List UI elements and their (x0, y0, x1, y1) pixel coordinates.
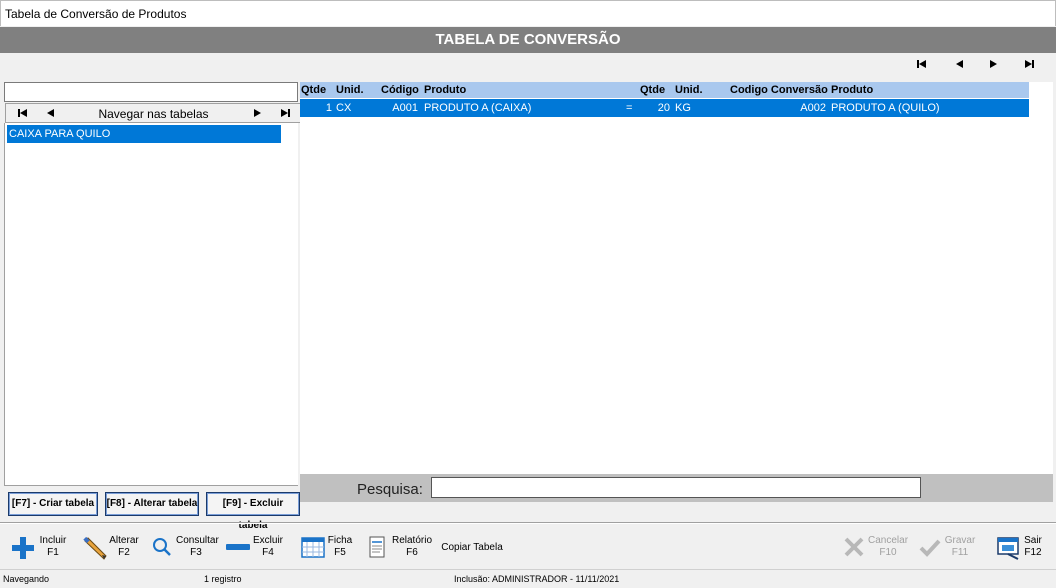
create-table-button[interactable]: [F7] - Criar tabela (8, 492, 98, 516)
prev-icon (46, 109, 54, 117)
prev-record-button[interactable] (944, 55, 974, 73)
conversion-grid[interactable]: Qtde Unid. Código Produto Qtde Unid. Cod… (300, 82, 1053, 474)
col-unid[interactable]: Unid. (336, 84, 364, 96)
col-qtde[interactable]: Qtde (301, 84, 326, 96)
status-bar: Navegando 1 registro Inclusão: ADMINISTR… (0, 569, 1056, 588)
checkmark-icon (919, 539, 941, 557)
col-qtde-conv[interactable]: Qtde (640, 84, 665, 96)
plus-icon (12, 537, 34, 559)
calendar-icon (301, 537, 325, 558)
next-table-button[interactable] (243, 104, 271, 122)
report-icon (369, 536, 385, 558)
cell-unid-conv: KG (675, 102, 691, 114)
table-row[interactable]: 1 CX A001 PRODUTO A (CAIXA) = 20 KG A002… (300, 99, 1029, 117)
consultar-button[interactable]: Consultar F3 (150, 533, 219, 565)
tables-list[interactable]: CAIXA PARA QUILO (4, 123, 298, 486)
cell-produto: PRODUTO A (CAIXA) (424, 102, 532, 114)
status-records: 1 registro (204, 574, 242, 584)
first-record-button[interactable] (906, 55, 936, 73)
cancelar-button[interactable]: Cancelar F10 (842, 533, 910, 565)
cell-qtde-conv: 20 (657, 102, 670, 114)
close-icon (844, 537, 864, 557)
next-record-button[interactable] (978, 55, 1008, 73)
cell-unid: CX (336, 102, 352, 114)
delete-table-button[interactable]: [F9] - Excluir tabela (206, 492, 300, 531)
cell-qtde: 1 (325, 102, 332, 114)
incluir-button[interactable]: Incluir F1 (10, 533, 70, 565)
cell-produto-conv: PRODUTO A (QUILO) (831, 102, 940, 114)
page-header: TABELA DE CONVERSÃO (0, 27, 1056, 53)
table-navigator: Navegar nas tabelas (5, 103, 301, 123)
status-inclusion: Inclusão: ADMINISTRADOR - 11/11/2021 (454, 574, 620, 584)
search-icon (153, 538, 171, 556)
last-icon (280, 109, 288, 117)
first-table-button[interactable] (8, 104, 36, 122)
col-produto-conv[interactable]: Produto (831, 84, 873, 96)
page-title: TABELA DE CONVERSÃO (435, 31, 621, 48)
copy-table-button[interactable]: Copiar Tabela (440, 533, 504, 565)
cell-codigo-conversao: A002 (800, 102, 826, 114)
relatorio-button[interactable]: Relatório F6 (366, 533, 434, 565)
status-mode: Navegando (3, 574, 50, 584)
cell-codigo: A001 (392, 102, 418, 114)
col-codigo[interactable]: Código (381, 84, 419, 96)
record-navigator (906, 55, 1056, 73)
last-table-button[interactable] (271, 104, 299, 122)
navigator-label: Navegar nas tabelas (98, 107, 209, 121)
main-toolbar: Incluir F1 Alterar F2 Consultar F3 Exclu… (0, 527, 1056, 567)
pencil-icon (83, 536, 107, 560)
search-bar: Pesquisa: (300, 474, 1053, 502)
gravar-button[interactable]: Gravar F11 (918, 533, 978, 565)
alterar-button[interactable]: Alterar F2 (82, 533, 142, 565)
tables-panel: Navegar nas tabelas CAIXA PARA QUILO [F7… (4, 82, 301, 531)
search-label: Pesquisa: (357, 481, 423, 498)
exit-icon (997, 537, 1019, 560)
ficha-button[interactable]: Ficha F5 (301, 533, 357, 565)
table-actions: [F7] - Criar tabela [F8] - Alterar tabel… (8, 492, 300, 531)
table-search-input[interactable] (4, 82, 298, 102)
window-title: Tabela de Conversão de Produtos (5, 7, 187, 21)
col-unid-conv[interactable]: Unid. (675, 84, 703, 96)
next-icon (989, 60, 997, 68)
divider (0, 522, 1056, 524)
prev-icon (955, 60, 963, 68)
last-record-button[interactable] (1014, 55, 1044, 73)
last-icon (1024, 60, 1032, 68)
prev-table-button[interactable] (36, 104, 64, 122)
grid-header: Qtde Unid. Código Produto Qtde Unid. Cod… (300, 82, 1029, 98)
title-bar: Tabela de Conversão de Produtos (0, 0, 1056, 26)
minus-icon (226, 544, 250, 550)
list-item[interactable]: CAIXA PARA QUILO (7, 125, 281, 143)
col-codigo-conversao[interactable]: Codigo Conversão (730, 84, 828, 96)
search-input[interactable] (431, 477, 921, 498)
cell-equals: = (626, 102, 633, 114)
sair-button[interactable]: Sair F12 (996, 533, 1046, 565)
excluir-button[interactable]: Excluir F4 (226, 533, 286, 565)
col-produto[interactable]: Produto (424, 84, 466, 96)
next-icon (253, 109, 261, 117)
edit-table-button[interactable]: [F8] - Alterar tabela (105, 492, 199, 516)
